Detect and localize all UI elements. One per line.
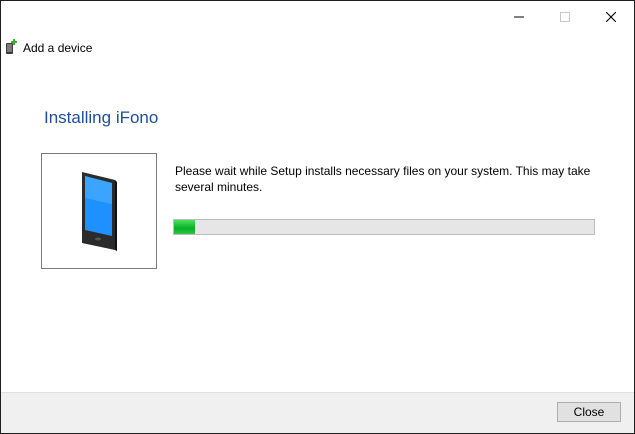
device-add-icon (6, 39, 17, 54)
install-progress-bar (173, 219, 595, 235)
window-title: Add a device (23, 41, 93, 55)
close-icon (606, 12, 616, 22)
device-image-frame (41, 153, 157, 269)
maximize-button[interactable] (542, 1, 588, 33)
status-message: Please wait while Setup installs necessa… (175, 164, 591, 194)
minimize-button[interactable] (496, 1, 542, 33)
window-header: Add a device (1, 33, 634, 63)
smartphone-icon (82, 172, 117, 251)
maximize-icon (560, 12, 570, 22)
title-bar (1, 1, 634, 33)
close-window-button[interactable] (588, 1, 634, 33)
page-title: Installing iFono (44, 108, 159, 127)
close-button[interactable]: Close (557, 402, 621, 422)
footer-bar (1, 392, 634, 433)
progress-fill (174, 220, 195, 234)
minimize-icon (514, 16, 524, 18)
setup-window: Add a device Installing iFono Please wai… (0, 0, 635, 434)
